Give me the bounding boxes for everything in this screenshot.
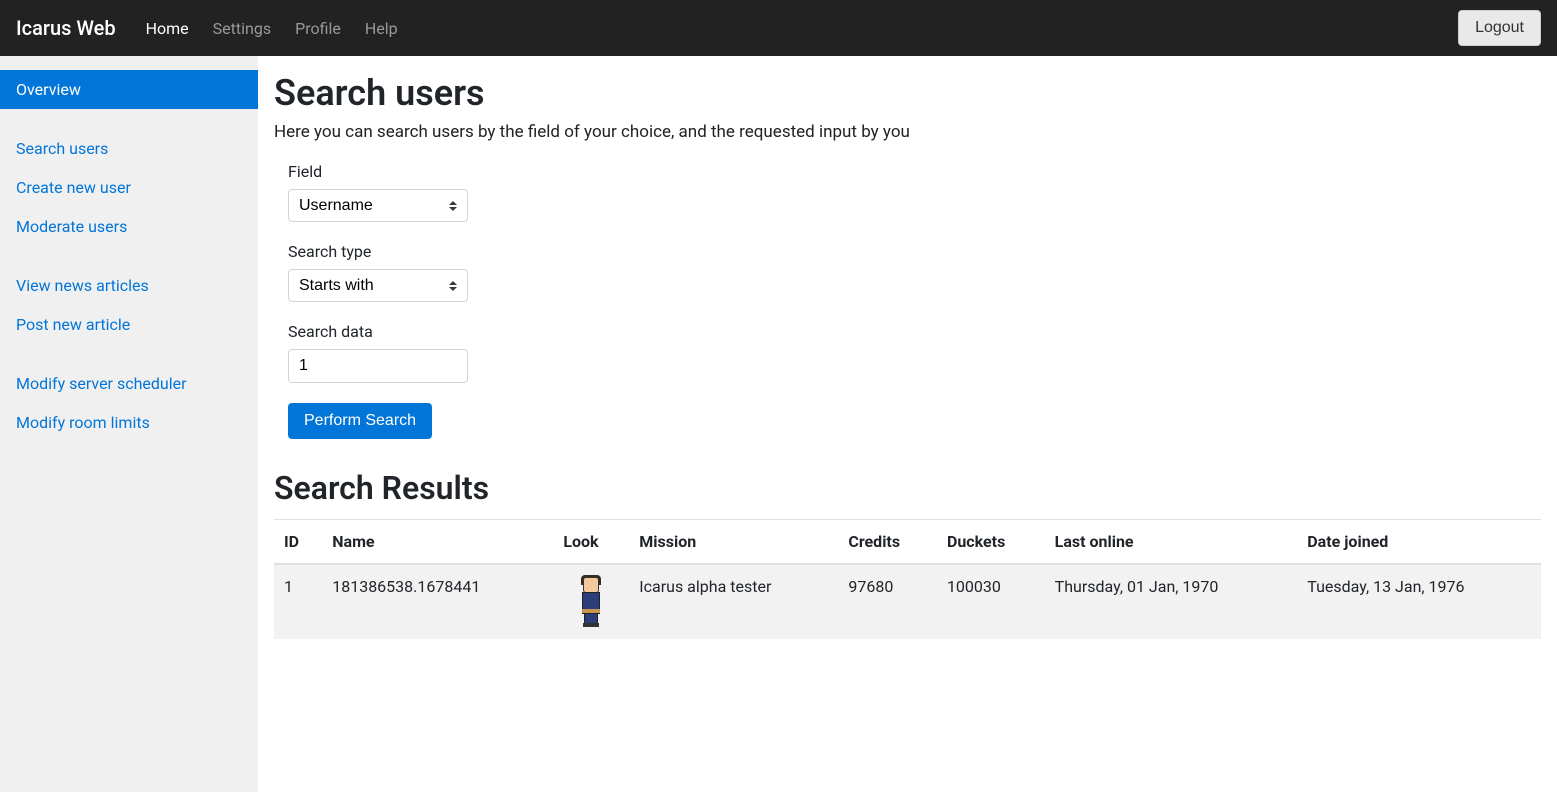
field-select[interactable]: Username bbox=[288, 189, 468, 222]
cell-credits: 97680 bbox=[838, 564, 937, 639]
navbar-left: Icarus Web Home Settings Profile Help bbox=[16, 11, 410, 46]
sidebar-divider bbox=[0, 344, 258, 364]
col-id: ID bbox=[274, 520, 322, 565]
sidebar-item-moderate-users[interactable]: Moderate users bbox=[0, 207, 258, 246]
col-date-joined: Date joined bbox=[1297, 520, 1541, 565]
sidebar-item-overview[interactable]: Overview bbox=[0, 70, 258, 109]
cell-mission: Icarus alpha tester bbox=[629, 564, 838, 639]
sidebar-item-view-news[interactable]: View news articles bbox=[0, 266, 258, 305]
sidebar: Overview Search users Create new user Mo… bbox=[0, 56, 258, 792]
cell-last-online: Thursday, 01 Jan, 1970 bbox=[1045, 564, 1298, 639]
sidebar-item-post-article[interactable]: Post new article bbox=[0, 305, 258, 344]
sidebar-divider bbox=[0, 246, 258, 266]
sidebar-item-modify-scheduler[interactable]: Modify server scheduler bbox=[0, 364, 258, 403]
nav-link-help[interactable]: Help bbox=[353, 11, 410, 46]
nav-link-home[interactable]: Home bbox=[134, 11, 201, 46]
search-type-label: Search type bbox=[288, 242, 1541, 261]
page-description: Here you can search users by the field o… bbox=[274, 122, 1541, 142]
layout: Overview Search users Create new user Mo… bbox=[0, 56, 1557, 792]
col-last-online: Last online bbox=[1045, 520, 1298, 565]
col-duckets: Duckets bbox=[937, 520, 1045, 565]
results-title: Search Results bbox=[274, 469, 1541, 507]
cell-name: 181386538.1678441 bbox=[322, 564, 553, 639]
sidebar-item-search-users[interactable]: Search users bbox=[0, 129, 258, 168]
perform-search-button[interactable]: Perform Search bbox=[288, 403, 432, 439]
nav-link-profile[interactable]: Profile bbox=[283, 11, 353, 46]
nav-link-settings[interactable]: Settings bbox=[201, 11, 283, 46]
main-content: Search users Here you can search users b… bbox=[258, 56, 1557, 792]
col-look: Look bbox=[553, 520, 629, 565]
cell-date-joined: Tuesday, 13 Jan, 1976 bbox=[1297, 564, 1541, 639]
form-group-search-type: Search type Starts with bbox=[288, 242, 1541, 302]
sidebar-item-create-user[interactable]: Create new user bbox=[0, 168, 258, 207]
table-row: 1 181386538.1678441 Icarus alpha tester bbox=[274, 564, 1541, 639]
field-label: Field bbox=[288, 162, 1541, 181]
cell-look bbox=[553, 564, 629, 639]
avatar-icon bbox=[579, 577, 603, 627]
form-group-search-data: Search data bbox=[288, 322, 1541, 383]
col-mission: Mission bbox=[629, 520, 838, 565]
search-type-select[interactable]: Starts with bbox=[288, 269, 468, 302]
navbar-brand[interactable]: Icarus Web bbox=[16, 16, 116, 40]
sidebar-item-modify-room-limits[interactable]: Modify room limits bbox=[0, 403, 258, 442]
results-table: ID Name Look Mission Credits Duckets Las… bbox=[274, 519, 1541, 639]
navbar: Icarus Web Home Settings Profile Help Lo… bbox=[0, 0, 1557, 56]
cell-id: 1 bbox=[274, 564, 322, 639]
search-data-label: Search data bbox=[288, 322, 1541, 341]
sidebar-divider bbox=[0, 109, 258, 129]
search-data-input[interactable] bbox=[288, 349, 468, 383]
col-name: Name bbox=[322, 520, 553, 565]
table-header-row: ID Name Look Mission Credits Duckets Las… bbox=[274, 520, 1541, 565]
form-group-field: Field Username bbox=[288, 162, 1541, 222]
page-title: Search users bbox=[274, 72, 1541, 114]
logout-button[interactable]: Logout bbox=[1458, 10, 1541, 46]
cell-duckets: 100030 bbox=[937, 564, 1045, 639]
col-credits: Credits bbox=[838, 520, 937, 565]
